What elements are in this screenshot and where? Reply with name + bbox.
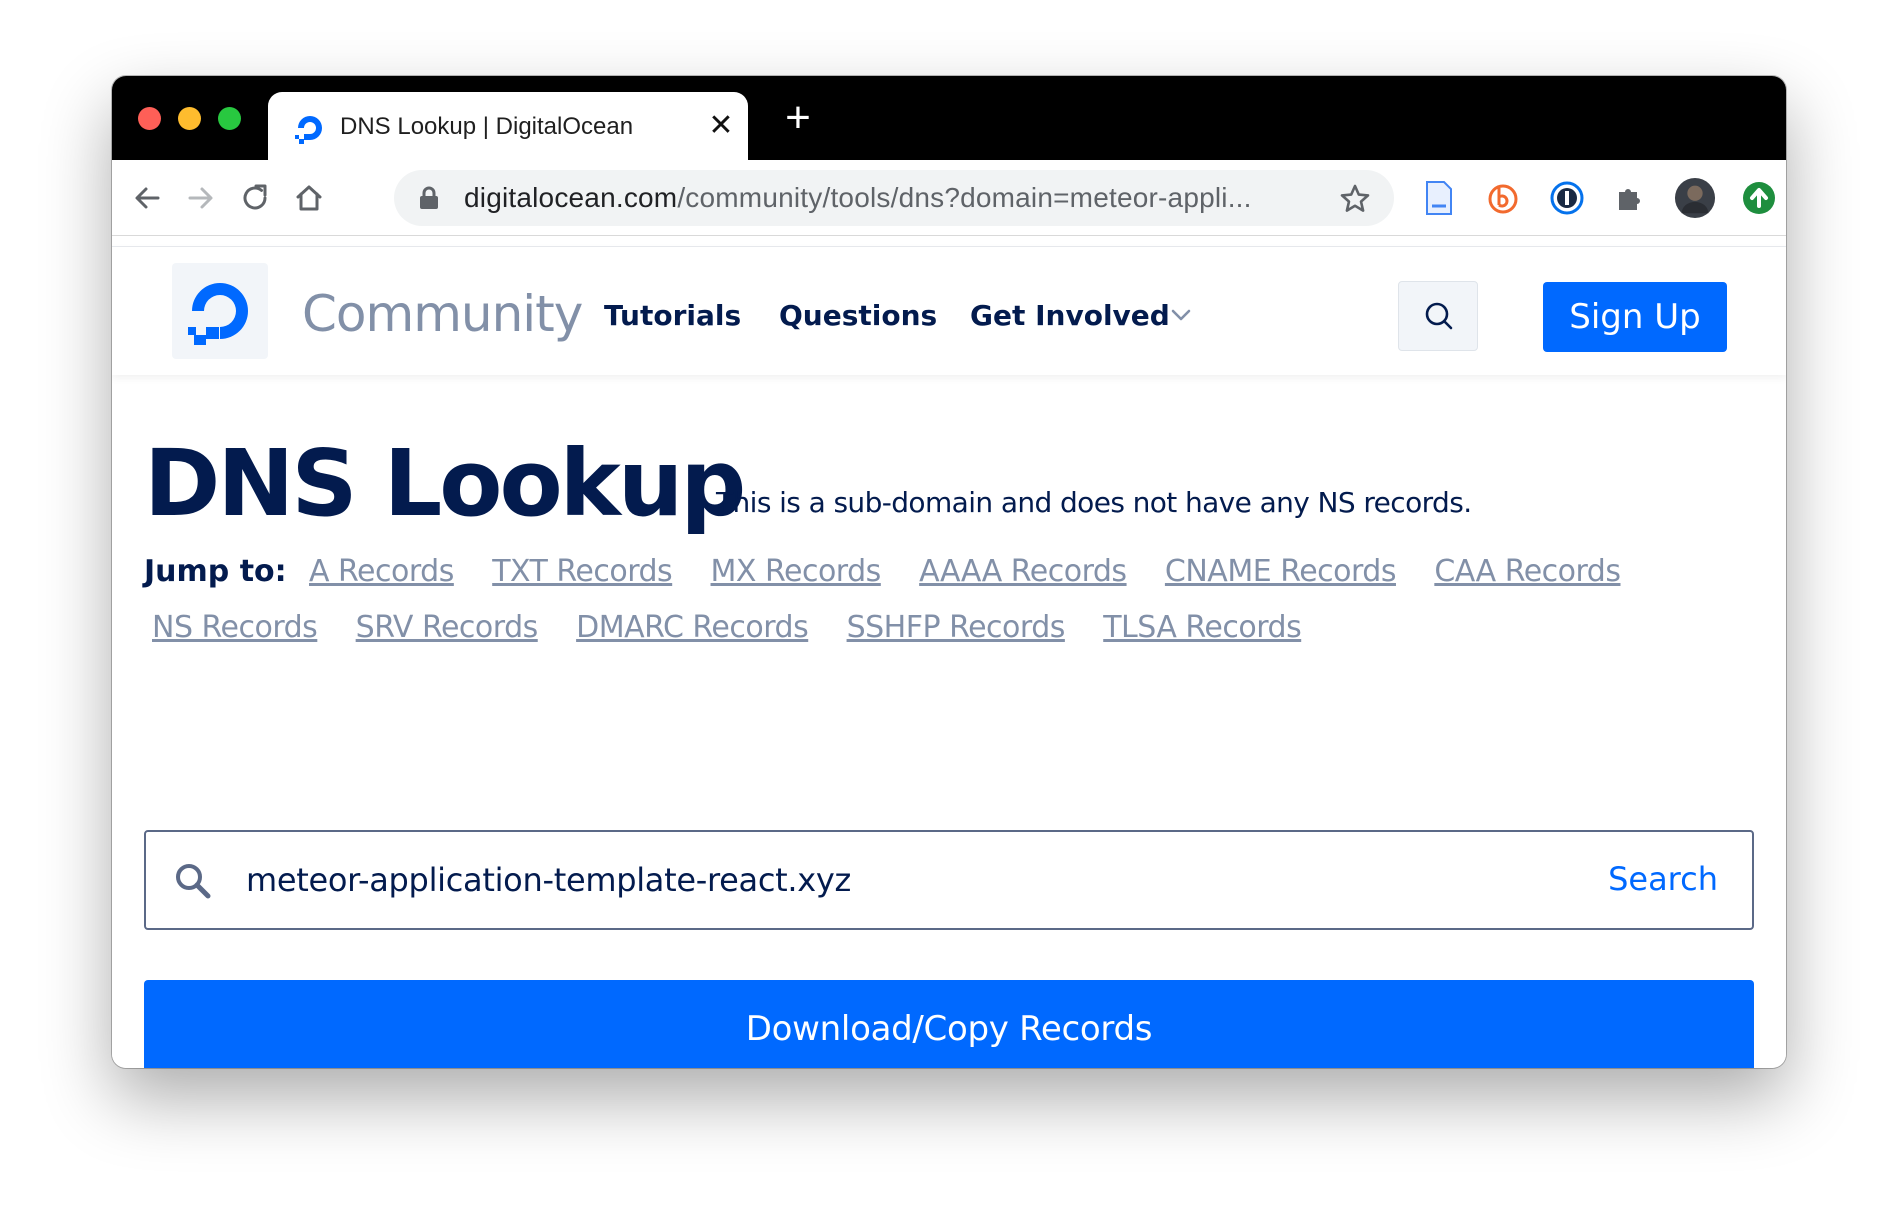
update-button[interactable] [1738, 177, 1780, 219]
password-manager-button[interactable] [1546, 177, 1588, 219]
minimize-window-button[interactable] [178, 107, 201, 130]
digitalocean-logo[interactable] [172, 263, 268, 359]
jump-link-cname-records[interactable]: CNAME Records [1165, 554, 1397, 589]
jump-link-srv-records[interactable]: SRV Records [356, 610, 539, 645]
page-content: Community Tutorials Questions Get Involv… [112, 236, 1786, 1068]
url-text[interactable]: digitalocean.com/community/tools/dns?dom… [464, 182, 1324, 214]
page-title: DNS Lookup [144, 430, 746, 537]
profile-avatar[interactable] [1674, 177, 1716, 219]
nav-search-button[interactable] [1398, 281, 1478, 351]
browser-window: DNS Lookup | DigitalOcean ✕ + digitaloce… [112, 76, 1786, 1068]
reload-icon [243, 184, 267, 210]
sign-up-button[interactable]: Sign Up [1543, 282, 1727, 352]
tab-strip: DNS Lookup | DigitalOcean ✕ + [112, 76, 1786, 160]
address-bar[interactable]: digitalocean.com/community/tools/dns?dom… [394, 170, 1394, 226]
jump-link-mx-records[interactable]: MX Records [711, 554, 882, 589]
jump-to-label: Jump to: [144, 554, 287, 589]
maximize-window-button[interactable] [218, 107, 241, 130]
close-window-button[interactable] [138, 107, 161, 130]
digitalocean-logo-icon [188, 283, 248, 345]
site-navbar: Community Tutorials Questions Get Involv… [112, 247, 1786, 375]
nav-link-tutorials[interactable]: Tutorials [604, 299, 741, 332]
jump-link-caa-records[interactable]: CAA Records [1434, 554, 1621, 589]
extensions-button[interactable] [1610, 177, 1652, 219]
nav-link-questions[interactable]: Questions [779, 299, 937, 332]
url-path: /community/tools/dns?domain=meteor-appli… [677, 182, 1252, 213]
b-extension-button[interactable] [1482, 177, 1524, 219]
jump-link-tlsa-records[interactable]: TLSA Records [1103, 610, 1301, 645]
search-icon [176, 864, 211, 899]
back-icon [135, 187, 160, 209]
jump-to-row-1: Jump to: A Records TXT Records MX Record… [144, 554, 1650, 589]
search-icon [1425, 302, 1453, 330]
document-extension-icon [1426, 181, 1452, 215]
nav-link-get-involved[interactable]: Get Involved [970, 299, 1170, 332]
jump-link-dmarc-records[interactable]: DMARC Records [576, 610, 809, 645]
document-extension-button[interactable] [1418, 177, 1460, 219]
update-arrow-icon [1743, 182, 1775, 214]
b-extension-icon [1488, 184, 1518, 214]
jump-link-a-records[interactable]: A Records [309, 554, 454, 589]
jump-link-ns-records[interactable]: NS Records [152, 610, 318, 645]
domain-search-box: Search [144, 830, 1754, 930]
browser-toolbar: digitalocean.com/community/tools/dns?dom… [112, 160, 1786, 236]
digitalocean-favicon-icon [295, 116, 322, 144]
lock-icon[interactable] [418, 186, 440, 210]
search-button[interactable]: Search [1608, 860, 1718, 898]
domain-search-input[interactable] [246, 850, 1496, 910]
tab-dns-lookup[interactable]: DNS Lookup | DigitalOcean ✕ [268, 92, 748, 160]
reload-button[interactable] [234, 177, 276, 219]
jump-link-aaaa-records[interactable]: AAAA Records [919, 554, 1127, 589]
jump-to-row-2: NS Records SRV Records DMARC Records SSH… [152, 610, 1331, 645]
jump-link-txt-records[interactable]: TXT Records [492, 554, 673, 589]
jump-link-sshfp-records[interactable]: SSHFP Records [847, 610, 1066, 645]
tab-title: DNS Lookup | DigitalOcean [340, 113, 634, 140]
download-copy-records-button[interactable]: Download/Copy Records [144, 980, 1754, 1068]
profile-avatar-icon [1674, 177, 1716, 219]
puzzle-extension-icon [1619, 189, 1640, 210]
home-button[interactable] [288, 177, 330, 219]
home-icon [296, 185, 322, 211]
forward-button[interactable] [180, 177, 222, 219]
chevron-down-icon[interactable] [1170, 307, 1192, 323]
tab-close-icon[interactable]: ✕ [706, 108, 736, 144]
forward-icon [188, 187, 213, 209]
community-brand[interactable]: Community [302, 285, 583, 343]
ns-records-note: This is a sub-domain and does not have a… [716, 486, 1472, 519]
star-icon[interactable] [1338, 182, 1372, 216]
new-tab-button[interactable]: + [778, 96, 818, 140]
password-manager-icon [1550, 181, 1584, 215]
back-button[interactable] [126, 177, 168, 219]
url-host: digitalocean.com [464, 182, 678, 213]
